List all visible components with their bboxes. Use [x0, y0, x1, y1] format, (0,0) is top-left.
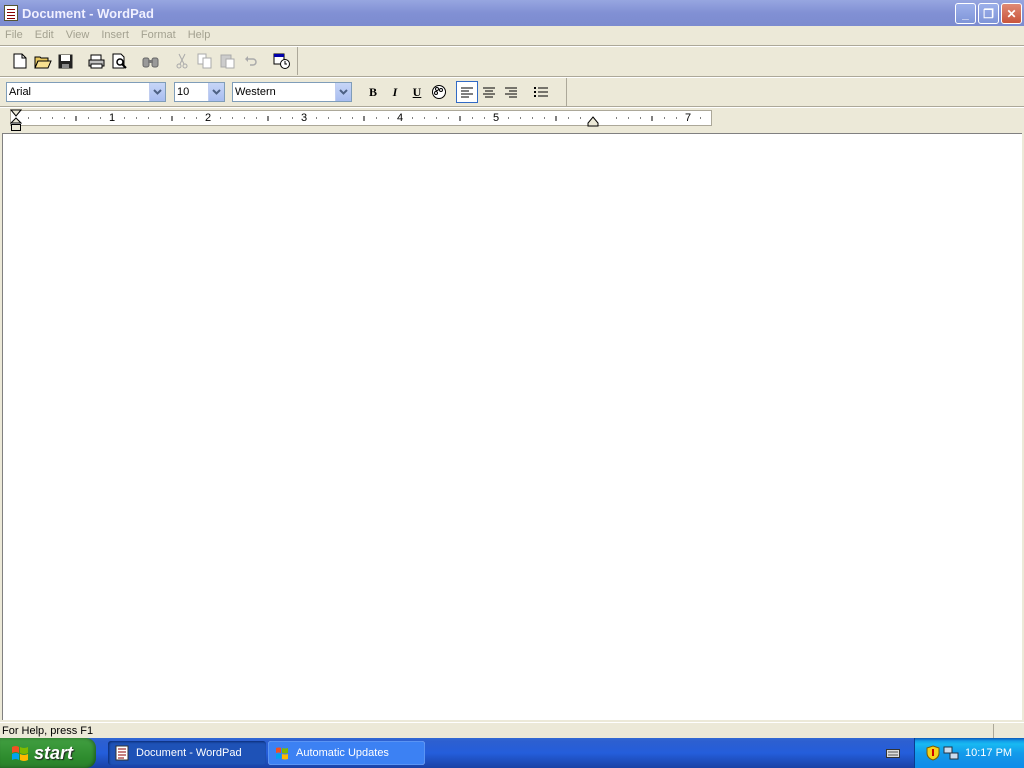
ruler[interactable]: 1 2 3 4 5 7: [0, 109, 1024, 131]
copy-icon[interactable]: [193, 50, 216, 72]
menu-file[interactable]: File: [5, 29, 23, 41]
script-value: Western: [235, 86, 276, 98]
start-label: start: [34, 742, 74, 763]
underline-button[interactable]: U: [406, 81, 428, 103]
wordpad-task-icon: [115, 745, 129, 761]
find-icon[interactable]: [139, 50, 162, 72]
ruler-label: 3: [301, 112, 308, 124]
bullets-icon[interactable]: [530, 81, 552, 103]
menu-view[interactable]: View: [66, 29, 90, 41]
formatbar-separator: [0, 106, 1024, 108]
date-time-icon[interactable]: [270, 50, 293, 72]
menu-insert[interactable]: Insert: [101, 29, 129, 41]
task-label: Document - WordPad: [136, 747, 242, 759]
align-left-icon[interactable]: [456, 81, 478, 103]
font-name-select[interactable]: Arial: [6, 82, 166, 102]
taskbar: start Document - WordPad Automatic Updat…: [0, 738, 1024, 768]
status-text: For Help, press F1: [2, 724, 94, 737]
font-size-value: 10: [177, 86, 190, 98]
task-label: Automatic Updates: [296, 747, 389, 759]
chevron-down-icon[interactable]: [335, 83, 351, 101]
status-bar: For Help, press F1: [0, 722, 1024, 738]
print-preview-icon[interactable]: [108, 50, 131, 72]
menu-bar: File Edit View Insert Format Help: [0, 26, 1024, 44]
start-button[interactable]: start: [0, 738, 96, 768]
script-select[interactable]: Western: [232, 82, 352, 102]
format-toolbar: Arial 10 Western B I U: [2, 78, 567, 106]
font-size-select[interactable]: 10: [174, 82, 225, 102]
right-indent-marker[interactable]: [587, 116, 599, 128]
paste-icon[interactable]: [216, 50, 239, 72]
taskbar-item-wordpad[interactable]: Document - WordPad: [108, 741, 266, 765]
network-icon[interactable]: [943, 745, 959, 761]
ruler-label: 2: [205, 112, 212, 124]
ruler-label: 1: [109, 112, 116, 124]
restore-button[interactable]: ❐: [978, 3, 999, 24]
taskbar-item-automatic-updates[interactable]: Automatic Updates: [268, 741, 425, 765]
minimize-button[interactable]: _: [955, 3, 976, 24]
menu-edit[interactable]: Edit: [35, 29, 54, 41]
color-palette-icon[interactable]: [428, 81, 450, 103]
standard-toolbar: [2, 47, 298, 75]
close-button[interactable]: ✕: [1001, 3, 1022, 24]
ruler-label: 5: [493, 112, 500, 124]
ruler-ticks: [28, 116, 701, 121]
window-title: Document - WordPad: [22, 5, 154, 21]
align-center-icon[interactable]: [478, 81, 500, 103]
wordpad-app-icon[interactable]: [4, 5, 18, 21]
align-right-icon[interactable]: [500, 81, 522, 103]
keyboard-icon[interactable]: [886, 746, 900, 760]
security-shield-icon[interactable]: [925, 745, 941, 761]
font-name-value: Arial: [9, 86, 32, 98]
print-icon[interactable]: [85, 50, 108, 72]
ruler-label: 7: [685, 112, 692, 124]
open-icon[interactable]: [31, 50, 54, 72]
save-icon[interactable]: [54, 50, 77, 72]
undo-icon[interactable]: [239, 50, 262, 72]
menu-format[interactable]: Format: [141, 29, 176, 41]
chevron-down-icon[interactable]: [208, 83, 224, 101]
chevron-down-icon[interactable]: [149, 83, 165, 101]
new-icon[interactable]: [8, 50, 31, 72]
ruler-label: 4: [397, 112, 404, 124]
ruler-bar: 1 2 3 4 5 7: [10, 110, 712, 126]
system-tray: 10:17 PM: [914, 738, 1024, 768]
menu-help[interactable]: Help: [188, 29, 211, 41]
bold-button[interactable]: B: [362, 81, 384, 103]
left-indent-marker[interactable]: [10, 109, 22, 133]
cut-icon[interactable]: [170, 50, 193, 72]
status-panel: [993, 724, 994, 738]
windows-logo-icon: [12, 746, 28, 761]
windows-update-icon: [276, 747, 288, 760]
title-bar[interactable]: Document - WordPad _ ❐ ✕: [0, 0, 1024, 26]
clock[interactable]: 10:17 PM: [965, 747, 1012, 759]
document-editor[interactable]: [2, 133, 1022, 720]
italic-button[interactable]: I: [384, 81, 406, 103]
